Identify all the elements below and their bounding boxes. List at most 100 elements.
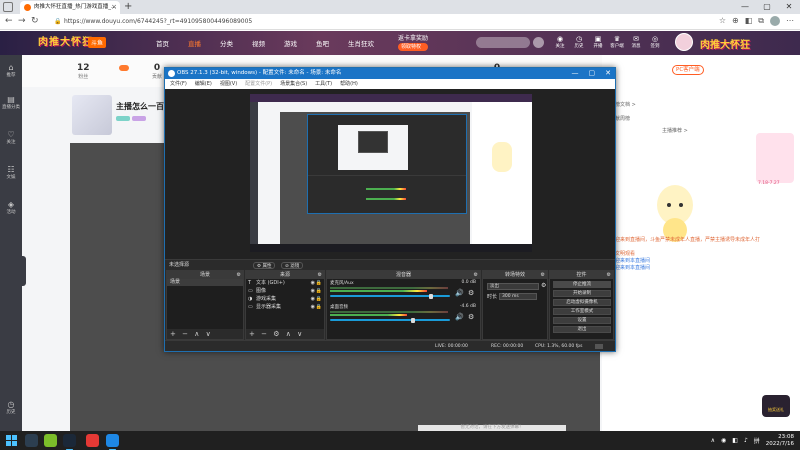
menu-view[interactable]: 视图(V) <box>220 79 237 89</box>
rail-toggle-handle[interactable] <box>22 256 26 286</box>
add-scene-icon[interactable]: + <box>170 330 176 338</box>
site-logo[interactable]: 肉推大怀狂 <box>38 33 93 48</box>
source-item-game[interactable]: ◑ 游戏采集 ◉ 🔒 <box>246 295 324 303</box>
header-client[interactable]: ♛ 客户端 <box>609 35 625 49</box>
more-icon[interactable]: ⋯ <box>786 16 794 26</box>
virtual-camera-button[interactable]: 启动虚拟摄像机 <box>553 299 611 306</box>
event-banner[interactable]: 7.18-7.27 <box>756 133 794 186</box>
gear-icon[interactable]: ⚙ <box>468 289 474 297</box>
volume-fader[interactable] <box>330 319 450 321</box>
source-item-text[interactable]: T 文本 (GDI+) ◉ 🔒 <box>246 279 324 287</box>
tab-actions-icon[interactable] <box>3 2 13 12</box>
dock-settings-icon[interactable]: ⚙ <box>318 271 322 279</box>
nav-video[interactable]: 视频 <box>252 38 284 48</box>
edge-app-icon[interactable] <box>106 434 119 450</box>
gift-widget[interactable]: 抽奖送礼 <box>762 395 790 417</box>
transition-settings-icon[interactable]: ⚙ <box>541 282 546 289</box>
obs-app-icon[interactable] <box>25 434 38 447</box>
room-tag[interactable] <box>132 116 146 121</box>
obs-maximize-icon[interactable]: ▢ <box>589 68 596 79</box>
stop-streaming-button[interactable]: 停止推流 <box>553 281 611 288</box>
nvidia-app-icon[interactable] <box>44 434 57 447</box>
remove-source-icon[interactable]: − <box>261 330 267 338</box>
dock-settings-icon[interactable]: ⚙ <box>607 271 611 279</box>
pc-client-button[interactable]: PC客户端 <box>672 65 704 75</box>
nav-event[interactable]: 生肖狂欢 <box>348 38 380 48</box>
filters-button[interactable]: ⊘ 滤镜 <box>281 262 304 269</box>
move-down-icon[interactable]: ∨ <box>297 330 302 338</box>
nav-live[interactable]: 直播 <box>188 38 220 48</box>
user-avatar[interactable] <box>675 33 693 51</box>
header-message[interactable]: ✉ 消息 <box>628 35 644 49</box>
reload-icon[interactable]: ↻ <box>31 16 39 26</box>
rail-category[interactable]: ▤ 直播分类 <box>0 95 22 110</box>
header-follow[interactable]: ◉ 关注 <box>552 35 568 49</box>
dock-settings-icon[interactable]: ⚙ <box>237 271 241 279</box>
remove-scene-icon[interactable]: − <box>182 330 188 338</box>
obs-preview[interactable] <box>165 89 615 259</box>
address-bar[interactable]: 🔒 https://www.douyu.com/6744245?_rt=4910… <box>54 16 674 28</box>
nav-category[interactable]: 分类 <box>220 38 252 48</box>
rail-recommend[interactable]: ⌂ 推荐 <box>0 63 22 78</box>
steam-app-icon[interactable] <box>63 434 76 450</box>
forward-icon[interactable]: → <box>18 16 26 26</box>
close-window-icon[interactable]: ✕ <box>778 0 800 14</box>
tray-app-icon[interactable]: ◉ <box>721 437 726 444</box>
network-icon[interactable]: ◧ <box>732 437 738 444</box>
close-tab-icon[interactable]: × <box>111 1 117 14</box>
collections-icon[interactable]: ⧉ <box>758 16 764 26</box>
back-icon[interactable]: ← <box>5 16 13 26</box>
obs-titlebar[interactable]: OBS 27.1.3 (32-bit, windows) - 配置文件: 未命名… <box>165 68 615 79</box>
eye-icon[interactable]: ◉ <box>311 279 315 287</box>
fader-knob[interactable] <box>428 293 433 299</box>
properties-button[interactable]: ⚙ 属性 <box>253 262 276 269</box>
site-logo-tag[interactable]: 斗鱼 <box>88 37 107 48</box>
lock-icon[interactable]: 🔒 <box>316 287 322 295</box>
volume-icon[interactable]: ♪ <box>744 437 748 444</box>
obs-close-icon[interactable]: ✕ <box>605 68 611 79</box>
move-down-icon[interactable]: ∨ <box>206 330 211 338</box>
fader-knob[interactable] <box>411 317 416 323</box>
maximize-icon[interactable]: ▢ <box>756 0 778 14</box>
rail-follow[interactable]: ♡ 关注 <box>0 130 22 145</box>
profile-avatar[interactable] <box>770 16 780 26</box>
header-promo[interactable]: 返卡拿奖励 领取特权 <box>398 35 429 51</box>
move-up-icon[interactable]: ∧ <box>286 330 291 338</box>
nav-game[interactable]: 游戏 <box>284 38 316 48</box>
speaker-icon[interactable]: 🔊 <box>455 289 464 297</box>
source-settings-icon[interactable]: ⚙ <box>273 330 279 338</box>
lock-icon[interactable]: 🔒 <box>54 16 61 28</box>
clock[interactable]: 23:08 2022/7/16 <box>766 434 794 448</box>
start-icon[interactable] <box>6 435 17 446</box>
rail-history[interactable]: ◷ 历史 <box>0 400 22 415</box>
dock-settings-icon[interactable]: ⚙ <box>474 271 478 279</box>
browser-tab[interactable]: 肉推大怀狂直播_热门游戏直播_... × <box>20 1 120 14</box>
menu-edit[interactable]: 编辑(E) <box>195 79 212 89</box>
transition-select[interactable]: 淡出 <box>487 283 539 290</box>
settings-button[interactable]: 设置 <box>553 317 611 324</box>
move-up-icon[interactable]: ∧ <box>194 330 199 338</box>
source-item-display[interactable]: ▭ 显示器采集 ◉ 🔒 <box>246 303 324 311</box>
studio-mode-button[interactable]: 工作室模式 <box>553 308 611 315</box>
scene-item[interactable]: 场景 <box>167 279 243 286</box>
streamer-recommend-link[interactable]: 主播推荐 > <box>662 127 688 134</box>
new-tab-icon[interactable]: + <box>124 1 132 12</box>
exit-button[interactable]: 退出 <box>553 326 611 333</box>
menu-scene-collection[interactable]: 场景集合(S) <box>280 79 307 89</box>
start-recording-button[interactable]: 开始录制 <box>553 290 611 297</box>
minimize-icon[interactable]: — <box>734 0 756 14</box>
header-checkin[interactable]: ◎ 签到 <box>647 35 663 49</box>
header-broadcast[interactable]: ▣ 开播 <box>590 35 606 49</box>
eye-icon[interactable]: ◉ <box>311 287 315 295</box>
tray-expand-icon[interactable]: ∧ <box>711 437 715 444</box>
speaker-icon[interactable]: 🔊 <box>455 313 464 321</box>
menu-file[interactable]: 文件(F) <box>170 79 187 89</box>
duration-input[interactable]: 300 ms <box>499 293 537 300</box>
gear-icon[interactable]: ⚙ <box>468 313 474 321</box>
split-screen-icon[interactable]: ◧ <box>745 16 753 26</box>
dock-settings-icon[interactable]: ⚙ <box>541 271 545 279</box>
rail-activity[interactable]: ◈ 活动 <box>0 200 22 215</box>
search-icon[interactable] <box>533 37 544 48</box>
obs-minimize-icon[interactable]: — <box>572 68 579 79</box>
lock-icon[interactable]: 🔒 <box>316 295 322 303</box>
